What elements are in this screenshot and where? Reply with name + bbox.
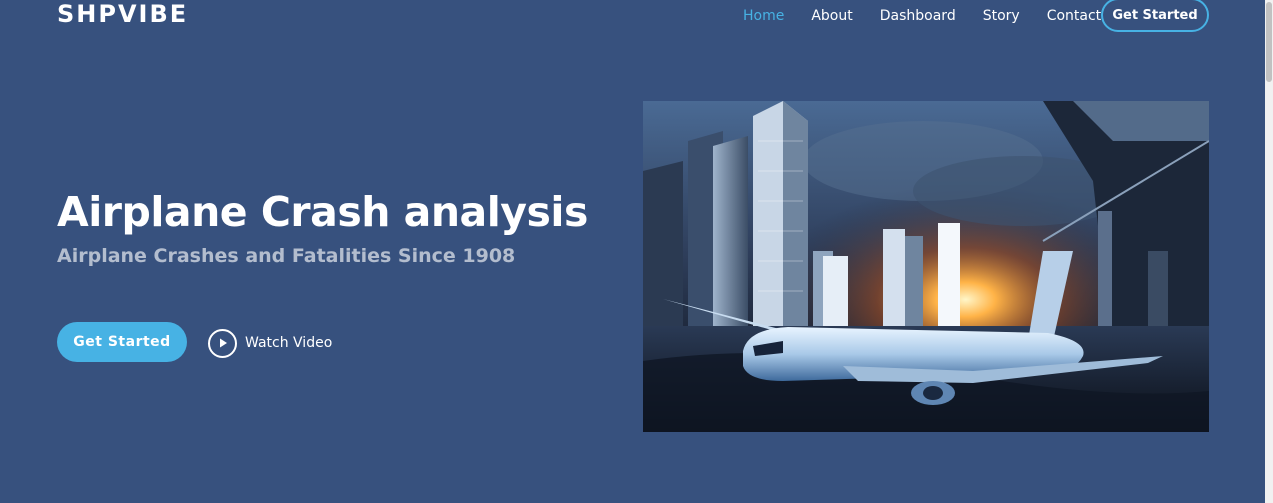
nav-link-home[interactable]: Home: [743, 8, 784, 24]
nav-link-dashboard[interactable]: Dashboard: [880, 8, 956, 24]
hero-airplane-illustration: [643, 101, 1209, 432]
scrollbar-thumb[interactable]: [1266, 2, 1272, 82]
page-scrollbar[interactable]: [1265, 0, 1273, 503]
airplane-city-scene: [643, 101, 1209, 432]
hero-get-started-button[interactable]: Get Started: [57, 322, 187, 362]
header-get-started-button[interactable]: Get Started: [1101, 0, 1209, 32]
hero-title: Airplane Crash analysis: [57, 188, 588, 236]
play-circle-icon: [208, 328, 237, 358]
nav-link-about[interactable]: About: [811, 8, 852, 24]
main-nav: Home About Dashboard Story Contact: [743, 0, 1128, 32]
watch-video-label: Watch Video: [245, 335, 333, 351]
site-header: SHPVIBE Home About Dashboard Story Conta…: [0, 0, 1265, 36]
nav-link-contact[interactable]: Contact: [1047, 8, 1101, 24]
watch-video-link[interactable]: Watch Video: [208, 328, 332, 358]
nav-link-story[interactable]: Story: [983, 8, 1020, 24]
hero-subtitle: Airplane Crashes and Fatalities Since 19…: [57, 245, 516, 267]
site-logo[interactable]: SHPVIBE: [57, 0, 188, 28]
